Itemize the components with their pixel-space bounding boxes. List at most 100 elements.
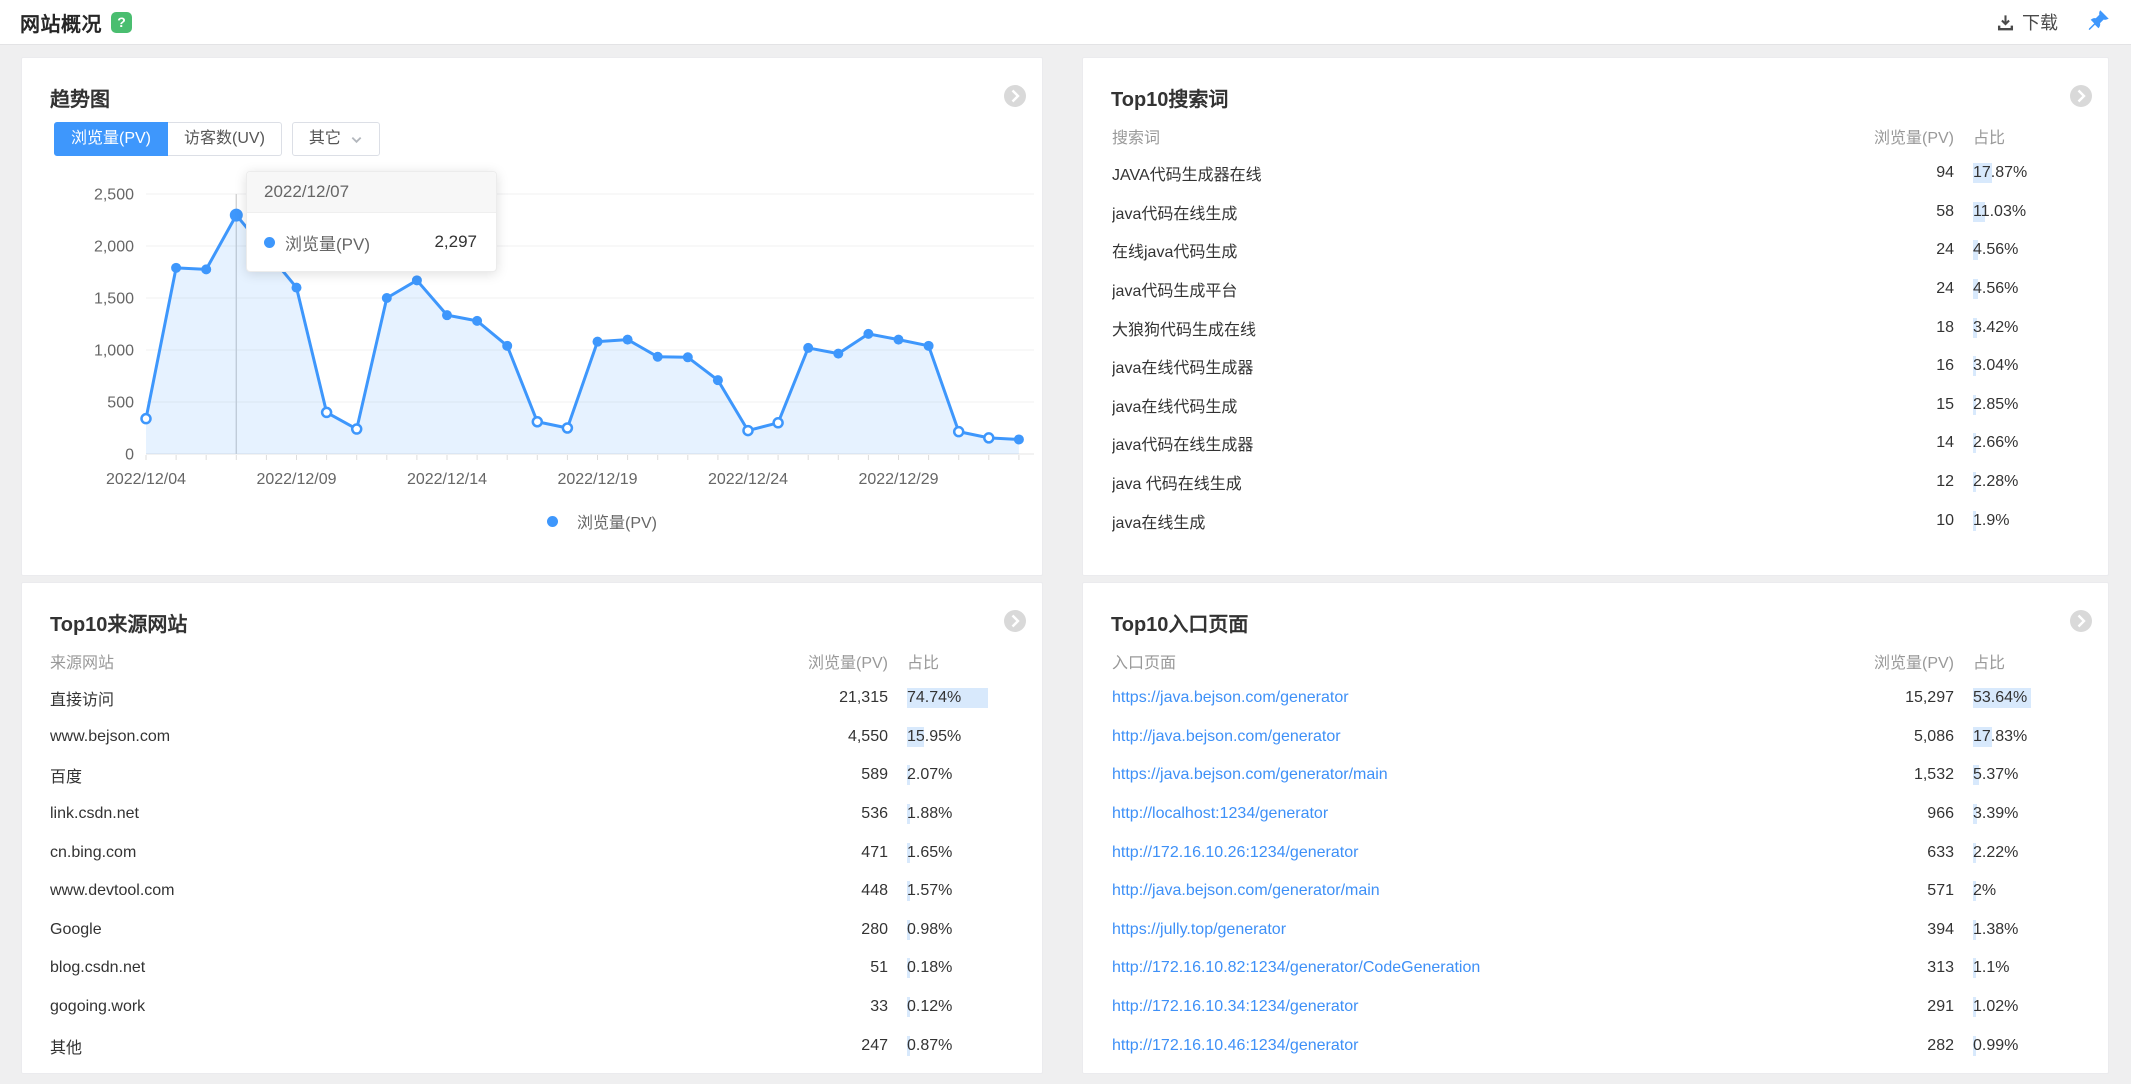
entry-pages-expand-button[interactable]: [2070, 610, 2092, 632]
data-point-marker[interactable]: [563, 424, 572, 433]
row-percent: 3.39%: [1973, 805, 2082, 823]
table-row: https://jully.top/generator3941.38%: [1112, 911, 2082, 950]
row-percent: 0.98%: [907, 921, 1016, 939]
data-point-marker[interactable]: [924, 341, 934, 351]
row-percent: 1.9%: [1973, 512, 2082, 530]
table-row: link.csdn.net5361.88%: [50, 795, 1016, 834]
percent-text: 3.39%: [1973, 805, 2018, 822]
data-point-marker[interactable]: [833, 349, 843, 359]
tab-other-dropdown[interactable]: 其它: [292, 122, 380, 156]
referrers-expand-button[interactable]: [1004, 610, 1026, 632]
entry-page-link[interactable]: https://jully.top/generator: [1112, 921, 1286, 938]
data-point-marker[interactable]: [653, 352, 663, 362]
percent-text: 53.64%: [1973, 689, 2027, 706]
table-row: Google2800.98%: [50, 911, 1016, 950]
trend-panel: 趋势图 浏览量(PV) 访客数(UV) 其它 05001,0001,5002,0…: [21, 57, 1043, 576]
entry-pages-title: Top10入口页面: [1111, 608, 1248, 637]
percent-text: 74.74%: [907, 689, 961, 706]
search-terms-expand-button[interactable]: [2070, 85, 2092, 107]
row-name: https://jully.top/generator: [1112, 921, 1834, 939]
table-row: 直接访问21,31574.74%: [50, 679, 1016, 718]
data-point-marker[interactable]: [382, 293, 392, 303]
entry-page-link[interactable]: http://java.bejson.com/generator: [1112, 728, 1341, 745]
data-point-marker[interactable]: [292, 283, 302, 293]
data-point-marker[interactable]: [623, 335, 633, 345]
data-point-marker[interactable]: [744, 426, 753, 435]
data-point-marker[interactable]: [894, 335, 904, 345]
row-percent: 74.74%: [907, 689, 1016, 707]
percent-text: 1.38%: [1973, 921, 2018, 938]
trend-chart: 05001,0001,5002,0002,5002022/12/042022/1…: [22, 162, 1042, 502]
tooltip-value: 2,297: [434, 232, 477, 252]
percent-text: 0.18%: [907, 959, 952, 976]
download-button[interactable]: 下载: [1996, 9, 2058, 35]
row-percent: 53.64%: [1973, 689, 2082, 707]
entry-page-link[interactable]: http://java.bejson.com/generator/main: [1112, 882, 1380, 899]
data-point-marker[interactable]: [803, 343, 813, 353]
col-header-name: 搜索词: [1112, 124, 1834, 148]
row-name: blog.csdn.net: [50, 959, 768, 977]
row-percent: 2.66%: [1973, 434, 2082, 452]
data-point-marker[interactable]: [774, 418, 783, 427]
data-point-marker[interactable]: [201, 264, 211, 274]
data-point-marker[interactable]: [352, 425, 361, 434]
table-row: https://java.bejson.com/generator/main 1,…: [1112, 756, 2082, 795]
row-pv-value: 12: [1834, 473, 1954, 491]
data-point-marker[interactable]: [322, 408, 331, 417]
data-point-marker[interactable]: [683, 352, 693, 362]
data-point-marker[interactable]: [593, 337, 603, 347]
data-point-marker[interactable]: [502, 341, 512, 351]
entry-page-link[interactable]: http://172.16.10.82:1234/generator/CodeG…: [1112, 959, 1480, 976]
pin-button[interactable]: [2086, 10, 2111, 35]
row-pv-value: 1,532: [1834, 766, 1954, 784]
table-row: www.devtool.com4481.57%: [50, 872, 1016, 911]
chart-legend[interactable]: 浏览量(PV): [162, 509, 1042, 533]
data-point-marker[interactable]: [954, 427, 963, 436]
row-pv-value: 10: [1834, 512, 1954, 530]
entry-page-link[interactable]: http://localhost:1234/generator: [1112, 805, 1328, 822]
row-name: 大狼狗代码生成在线: [1112, 316, 1834, 340]
row-percent: 2.85%: [1973, 396, 2082, 414]
entry-page-link[interactable]: https://java.bejson.com/generator/main: [1112, 766, 1388, 783]
row-percent: 1.38%: [1973, 921, 2082, 939]
col-header-pv: 浏览量(PV): [1834, 124, 1954, 148]
help-icon[interactable]: ?: [111, 12, 132, 33]
table-row: 其他2470.87%: [50, 1026, 1016, 1065]
row-percent: 1.88%: [907, 805, 1016, 823]
data-point-marker[interactable]: [142, 414, 151, 423]
y-axis-tick-label: 500: [107, 395, 134, 412]
data-point-marker[interactable]: [984, 433, 993, 442]
row-name: https://java.bejson.com/generator: [1112, 689, 1834, 707]
data-point-marker[interactable]: [1014, 434, 1024, 444]
data-point-marker[interactable]: [171, 263, 181, 273]
topbar-actions: 下载: [1996, 9, 2111, 35]
data-point-marker[interactable]: [230, 209, 243, 222]
x-axis-tick-label: 2022/12/14: [407, 471, 487, 488]
row-pv-value: 536: [768, 805, 888, 823]
tab-uv[interactable]: 访客数(UV): [168, 122, 282, 156]
col-header-pct: 占比: [1973, 649, 2082, 673]
table-row: http://172.16.10.46:1234/generator2820.9…: [1112, 1026, 2082, 1065]
data-point-marker[interactable]: [863, 329, 873, 339]
tooltip-row: 浏览量(PV) 2,297: [247, 213, 496, 271]
entry-page-link[interactable]: http://172.16.10.46:1234/generator: [1112, 1037, 1358, 1054]
data-point-marker[interactable]: [412, 275, 422, 285]
row-percent: 5.37%: [1973, 766, 2082, 784]
entry-page-link[interactable]: http://172.16.10.26:1234/generator: [1112, 844, 1358, 861]
data-point-marker[interactable]: [713, 375, 723, 385]
table-header: 来源网站 浏览量(PV) 占比: [50, 643, 1016, 679]
col-header-name: 入口页面: [1112, 649, 1834, 673]
col-header-pv: 浏览量(PV): [1834, 649, 1954, 673]
entry-page-link[interactable]: https://java.bejson.com/generator: [1112, 689, 1349, 706]
row-percent: 0.18%: [907, 959, 1016, 977]
trend-expand-button[interactable]: [1004, 85, 1026, 107]
tab-pv[interactable]: 浏览量(PV): [54, 122, 168, 156]
row-pv-value: 15,297: [1834, 689, 1954, 707]
data-point-marker[interactable]: [442, 310, 452, 320]
row-name: java 代码在线生成: [1112, 470, 1834, 494]
row-percent: 3.42%: [1973, 319, 2082, 337]
data-point-marker[interactable]: [472, 316, 482, 326]
table-row: java代码在线生成器142.66%: [1112, 424, 2082, 463]
data-point-marker[interactable]: [533, 417, 542, 426]
entry-page-link[interactable]: http://172.16.10.34:1234/generator: [1112, 998, 1358, 1015]
